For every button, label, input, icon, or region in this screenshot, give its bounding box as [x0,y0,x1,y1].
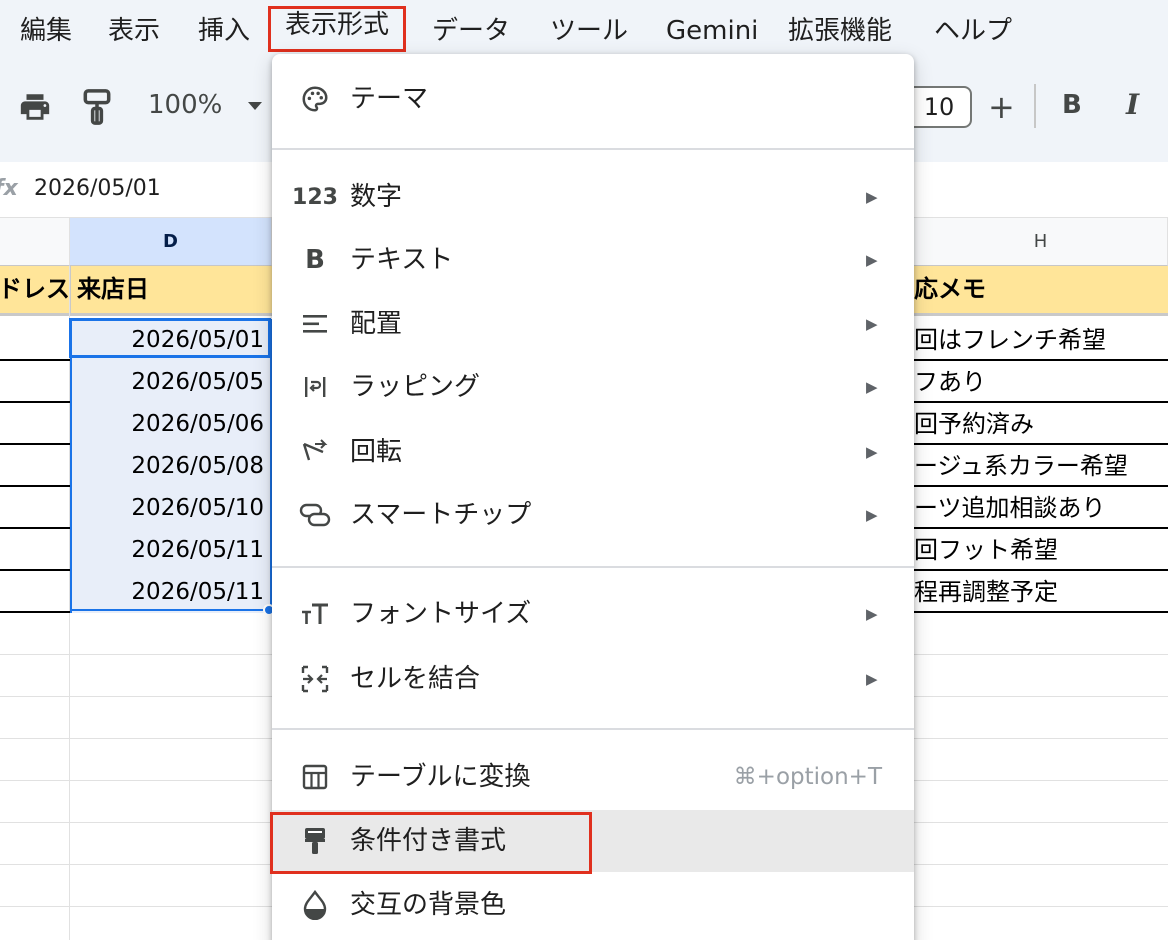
menu-item-smart-chips[interactable]: スマートチップ ▶ [272,484,914,546]
fx-icon: fx [0,176,18,201]
header-cell-address[interactable]: ドレス [0,266,68,316]
selection-range [70,319,272,611]
submenu-arrow-icon: ▶ [866,443,878,461]
memo-cell[interactable]: フあり [914,361,986,403]
menu-item-label: 配置 [350,309,403,339]
menu-gemini[interactable]: Gemini [662,12,762,50]
paint-format-icon[interactable] [82,88,112,130]
palette-icon [298,83,332,115]
submenu-arrow-icon: ▶ [866,605,878,623]
menu-item-label: テーマ [350,84,429,114]
header-cell-visit-date[interactable]: 来店日 [70,266,270,316]
menu-item-label: 回転 [350,437,403,467]
format-menu: テーマ 123 数字 ▶ B テキスト ▶ 配置 ▶ ラッピング ▶ 回転 ▶ [272,54,914,940]
column-header-c[interactable] [0,218,70,266]
menu-item-convert-to-table[interactable]: テーブルに変換 ⌘+option+T [272,746,914,808]
print-icon[interactable] [18,90,52,128]
bold-button[interactable]: B [1062,90,1082,120]
menu-item-label: 数字 [350,182,403,212]
menu-edit[interactable]: 編集 [16,12,76,50]
menu-item-text[interactable]: B テキスト ▶ [272,229,914,291]
menu-help[interactable]: ヘルプ [930,12,1016,50]
align-left-icon [298,308,332,340]
font-size-input[interactable]: 10 [906,86,972,128]
menu-item-label: ラッピング [350,372,481,402]
menu-tools[interactable]: ツール [546,12,632,50]
menu-item-theme[interactable]: テーマ [272,68,914,130]
menu-divider [272,728,914,730]
menu-view[interactable]: 表示 [104,12,164,50]
submenu-arrow-icon: ▶ [866,251,878,269]
menu-item-merge-cells[interactable]: セルを結合 ▶ [272,648,914,710]
font-size-icon [298,598,332,630]
keyboard-shortcut: ⌘+option+T [733,764,882,790]
menu-divider [272,148,914,150]
highlight-annotation [270,812,592,874]
chevron-down-icon[interactable] [246,98,264,117]
active-cell[interactable] [69,318,271,358]
submenu-arrow-icon: ▶ [866,506,878,524]
header-cell-memo[interactable]: 応メモ [908,266,1168,316]
submenu-arrow-icon: ▶ [866,315,878,333]
color-drop-icon [298,889,332,921]
memo-cell[interactable]: ーツ追加相談あり [914,487,1106,529]
memo-cell[interactable]: 程再調整予定 [914,571,1058,613]
menu-item-font-size[interactable]: フォントサイズ ▶ [272,583,914,645]
menu-extensions[interactable]: 拡張機能 [784,12,896,50]
menu-format[interactable]: 表示形式 [268,6,407,52]
menu-item-label: 交互の背景色 [350,890,507,920]
memo-cell[interactable]: ージュ系カラー希望 [914,445,1128,487]
menu-insert[interactable]: 挿入 [194,12,254,50]
submenu-arrow-icon: ▶ [866,378,878,396]
increase-font-size-button[interactable]: + [988,88,1015,126]
formula-input[interactable]: 2026/05/01 [34,176,161,201]
menu-item-label: セルを結合 [350,664,481,694]
memo-cell[interactable]: 回はフレンチ希望 [914,319,1106,361]
menu-item-number[interactable]: 123 数字 ▶ [272,166,914,228]
submenu-arrow-icon: ▶ [866,670,878,688]
menu-item-alternating-colors[interactable]: 交互の背景色 [272,874,914,936]
smart-chip-icon [298,499,332,531]
zoom-select[interactable]: 100% [148,90,222,120]
number-format-icon: 123 [292,184,338,210]
merge-cells-icon [298,663,332,695]
table-icon [298,761,332,793]
column-header-h[interactable]: H [914,218,1168,266]
menu-item-label: テキスト [350,245,454,275]
menu-data[interactable]: データ [428,12,514,50]
menu-divider [272,566,914,568]
column-header-d[interactable]: D [70,218,272,266]
memo-cell[interactable]: 回予約済み [914,403,1034,445]
menu-item-label: テーブルに変換 [350,762,531,792]
text-wrap-icon [298,371,332,403]
italic-button[interactable]: I [1126,88,1139,121]
menu-item-wrapping[interactable]: ラッピング ▶ [272,356,914,418]
menu-item-label: スマートチップ [350,500,532,530]
menu-item-alignment[interactable]: 配置 ▶ [272,293,914,355]
menu-item-label: フォントサイズ [350,599,532,629]
submenu-arrow-icon: ▶ [866,188,878,206]
menu-bar: 編集 表示 挿入 表示形式 データ ツール Gemini 拡張機能 ヘルプ [0,0,1168,62]
memo-cell[interactable]: 回フット希望 [914,529,1058,571]
menu-item-rotation[interactable]: 回転 ▶ [272,421,914,483]
text-rotation-icon [298,436,332,468]
text-format-icon: B [305,245,325,275]
toolbar-divider [1034,84,1036,128]
